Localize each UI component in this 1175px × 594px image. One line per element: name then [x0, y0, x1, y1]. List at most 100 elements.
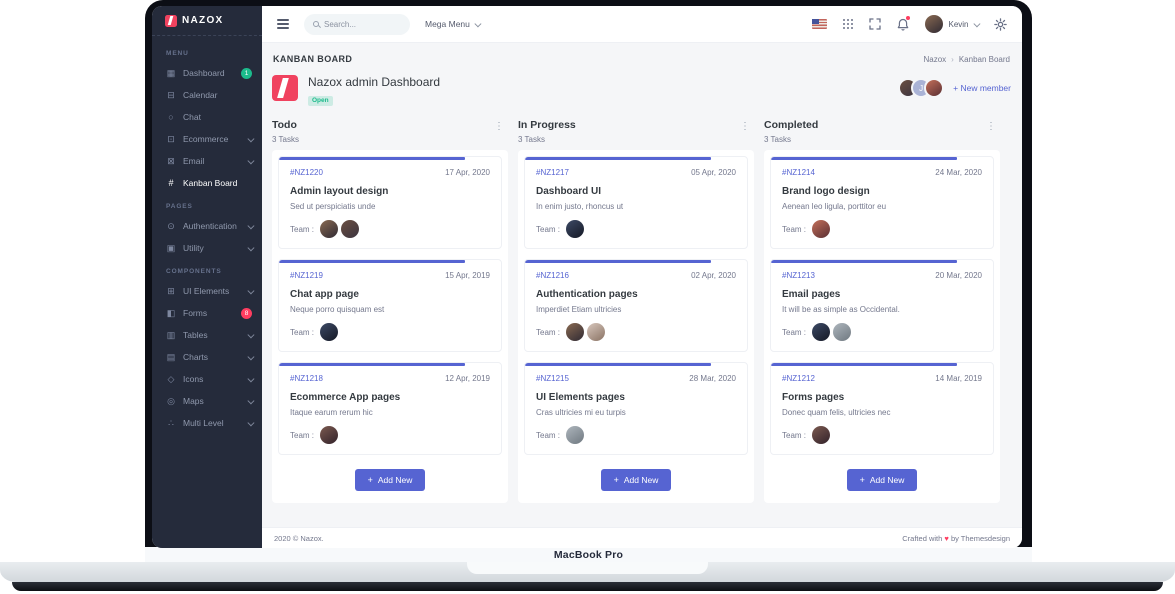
brand[interactable]: NAZOX: [152, 6, 262, 36]
new-member-button[interactable]: + New member: [953, 83, 1011, 93]
board-logo-icon: [272, 75, 298, 101]
sidebar-item-email[interactable]: ⊠ Email: [152, 150, 262, 172]
column-menu-icon[interactable]: ⋮: [490, 119, 508, 134]
avatar[interactable]: [812, 426, 831, 444]
copyright-text: 2020 © Nazox.: [274, 533, 324, 543]
sidebar-nav: MENU ▦ Dashboard 1 ⊟ Calendar ○ Chat ⊡ E…: [152, 36, 262, 434]
avatar[interactable]: [566, 220, 585, 238]
laptop-chin: MacBook Pro: [145, 547, 1032, 562]
chat-icon: ○: [168, 112, 174, 122]
task-date: 14 Mar, 2019: [935, 374, 982, 383]
task-card[interactable]: #NZ1215 28 Mar, 2020 UI Elements pages C…: [524, 362, 748, 455]
sidebar-item-kanban-board[interactable]: # Kanban Board: [152, 172, 262, 194]
crafted-text: Crafted with ♥ by Themesdesign: [902, 533, 1010, 543]
task-card[interactable]: #NZ1214 24 Mar, 2020 Brand logo design A…: [770, 156, 994, 249]
column-menu-icon[interactable]: ⋮: [982, 119, 1000, 134]
sidebar-item-chat[interactable]: ○ Chat: [152, 106, 262, 128]
search-input[interactable]: [324, 19, 394, 29]
sidebar-item-label: Ecommerce: [183, 134, 229, 144]
breadcrumb-separator-icon: ›: [951, 54, 954, 64]
sidebar-item-authentication[interactable]: ⊙ Authentication: [152, 215, 262, 237]
search-box[interactable]: [304, 13, 410, 35]
avatar[interactable]: [320, 426, 339, 444]
column-header-todo: Todo 3 Tasks ⋮: [272, 119, 508, 144]
language-flag-icon[interactable]: [812, 19, 828, 29]
gear-icon[interactable]: [994, 17, 1007, 31]
breadcrumb-current: Kanban Board: [958, 54, 1010, 64]
task-card[interactable]: #NZ1218 12 Apr, 2019 Ecommerce App pages…: [278, 362, 502, 455]
task-card[interactable]: #NZ1216 02 Apr, 2020 Authentication page…: [524, 259, 748, 352]
task-id[interactable]: #NZ1220: [290, 168, 323, 177]
task-id[interactable]: #NZ1218: [290, 374, 323, 383]
team-label: Team :: [536, 224, 561, 234]
authentication-icon: ⊙: [167, 220, 175, 231]
page-title: KANBAN BOARD: [273, 54, 353, 64]
add-new-button[interactable]: + Add New: [354, 469, 426, 491]
avatar[interactable]: [320, 323, 339, 341]
avatar[interactable]: [587, 323, 606, 341]
column-task-count: 3 Tasks: [272, 135, 299, 144]
hamburger-menu-icon[interactable]: [277, 19, 289, 29]
task-card[interactable]: #NZ1212 14 Mar, 2019 Forms pages Donec q…: [770, 362, 994, 455]
nav-section-components: COMPONENTS: [166, 268, 222, 275]
task-card[interactable]: #NZ1217 05 Apr, 2020 Dashboard UI In eni…: [524, 156, 748, 249]
task-description: Donec quam felis, ultricies nec: [782, 408, 891, 417]
task-id[interactable]: #NZ1219: [290, 271, 323, 280]
chevron-down-icon: [973, 20, 980, 27]
notifications-bell-icon[interactable]: [897, 15, 911, 31]
add-new-button[interactable]: + Add New: [600, 469, 672, 491]
task-card[interactable]: #NZ1213 20 Mar, 2020 Email pages It will…: [770, 259, 994, 352]
sidebar-item-charts[interactable]: ▤ Charts: [152, 346, 262, 368]
sidebar-item-tables[interactable]: ▥ Tables: [152, 324, 262, 346]
apps-grid-icon[interactable]: [843, 19, 854, 29]
sidebar-item-ui-elements[interactable]: ⊞ UI Elements: [152, 280, 262, 302]
task-id[interactable]: #NZ1215: [536, 374, 569, 383]
chevron-down-icon: [247, 419, 254, 426]
task-description: Imperdiet Etiam ultricies: [536, 305, 622, 314]
task-id[interactable]: #NZ1216: [536, 271, 569, 280]
task-title: Ecommerce App pages: [290, 392, 401, 403]
sidebar-item-multi-level[interactable]: ∴ Multi Level: [152, 412, 262, 434]
sidebar-item-utility[interactable]: ▣ Utility: [152, 237, 262, 259]
task-date: 05 Apr, 2020: [691, 168, 736, 177]
email-icon: ⊠: [167, 155, 175, 166]
avatar[interactable]: [566, 323, 585, 341]
chevron-down-icon: [247, 353, 254, 360]
task-id[interactable]: #NZ1217: [536, 168, 569, 177]
user-menu[interactable]: Kevin: [925, 15, 980, 33]
mega-menu-button[interactable]: Mega Menu: [425, 19, 482, 29]
sidebar-item-forms[interactable]: ◧ Forms 8: [152, 302, 262, 324]
notification-dot: [906, 15, 911, 20]
dashboard-icon: ▦: [166, 67, 176, 78]
avatar[interactable]: [341, 220, 360, 238]
sidebar-item-label: Email: [183, 156, 205, 166]
dashboard-badge: 1: [241, 67, 252, 79]
task-id[interactable]: #NZ1213: [782, 271, 815, 280]
column-menu-icon[interactable]: ⋮: [736, 119, 754, 134]
avatar[interactable]: [833, 323, 852, 341]
add-new-button[interactable]: + Add New: [846, 469, 918, 491]
multi-level-icon: ∴: [168, 417, 174, 428]
avatar[interactable]: [320, 220, 339, 238]
sidebar-item-calendar[interactable]: ⊟ Calendar: [152, 84, 262, 106]
task-date: 28 Mar, 2020: [689, 374, 736, 383]
sidebar-item-dashboard[interactable]: ▦ Dashboard 1: [152, 62, 262, 84]
sidebar-item-icons[interactable]: ◇ Icons: [152, 368, 262, 390]
task-card[interactable]: #NZ1220 17 Apr, 2020 Admin layout design…: [278, 156, 502, 249]
avatar[interactable]: [812, 323, 831, 341]
fullscreen-icon[interactable]: [869, 18, 882, 30]
task-card[interactable]: #NZ1219 15 Apr, 2019 Chat app page Neque…: [278, 259, 502, 352]
utility-icon: ▣: [166, 242, 176, 253]
task-id[interactable]: #NZ1212: [782, 374, 815, 383]
avatar[interactable]: [924, 78, 945, 98]
sidebar-item-label: Kanban Board: [183, 178, 238, 188]
avatar[interactable]: [812, 220, 831, 238]
sidebar-item-maps[interactable]: ◎ Maps: [152, 390, 262, 412]
ui-elements-icon: ⊞: [167, 285, 175, 296]
sidebar-item-ecommerce[interactable]: ⊡ Ecommerce: [152, 128, 262, 150]
team-label: Team :: [290, 327, 315, 337]
task-id[interactable]: #NZ1214: [782, 168, 815, 177]
sidebar-item-label: Maps: [183, 396, 204, 406]
avatar[interactable]: [566, 426, 585, 444]
breadcrumb-parent[interactable]: Nazox: [923, 55, 946, 64]
